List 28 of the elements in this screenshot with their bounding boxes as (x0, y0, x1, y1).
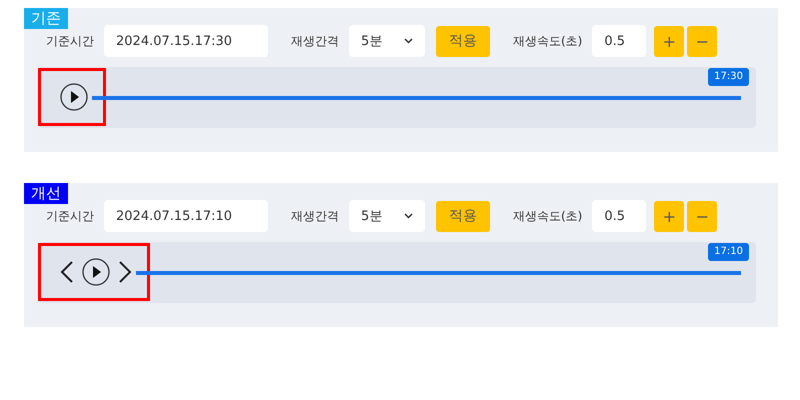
field-label: 기준시간 (46, 32, 94, 50)
time-marker: 17:30 (708, 68, 749, 86)
apply-button[interactable]: 적용 (436, 26, 490, 56)
play-button[interactable] (81, 257, 111, 287)
speed-field[interactable]: 0.5 (592, 200, 646, 232)
field-label: 기준시간 (46, 208, 94, 224)
field-label: 재생간격 (291, 208, 339, 224)
previous-button[interactable] (59, 260, 75, 284)
speed-field[interactable]: 0.5 (592, 25, 646, 57)
minus-button[interactable]: − (687, 26, 718, 56)
section-tag: 개선 (24, 183, 68, 204)
interval-select[interactable]: 5분 (349, 25, 425, 57)
section-tag: 기존 (24, 8, 68, 29)
next-button[interactable] (117, 260, 133, 284)
apply-button[interactable]: 적용 (436, 200, 490, 232)
field-label: 재생속도(초) (513, 32, 582, 50)
chevron-icon (404, 213, 413, 219)
plus-button[interactable]: + (654, 26, 684, 56)
play-button[interactable] (59, 82, 89, 112)
field-label: 재생속도(초) (513, 208, 582, 224)
base-time-field[interactable]: 2024.07.15.17:30 (104, 25, 268, 57)
chevron-icon (404, 38, 413, 44)
time-marker: 17:10 (708, 242, 749, 260)
field-label: 재생간격 (291, 32, 339, 50)
interval-select[interactable]: 5분 (349, 200, 425, 232)
base-time-field[interactable]: 2024.07.15.17:10 (104, 200, 268, 232)
minus-button[interactable]: − (687, 200, 718, 232)
plus-button[interactable]: + (654, 200, 684, 232)
